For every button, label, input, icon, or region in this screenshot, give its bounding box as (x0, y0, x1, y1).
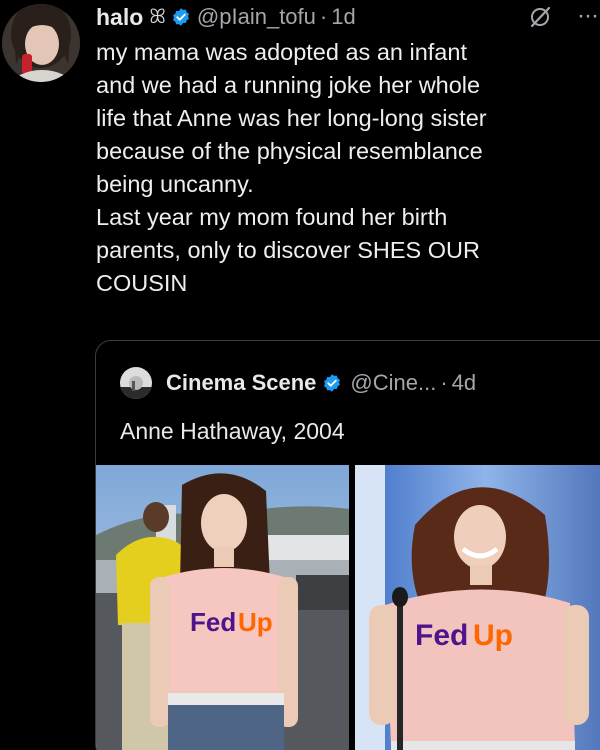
quoted-tweet-text: Anne Hathaway, 2004 (120, 418, 345, 444)
svg-text:Up: Up (238, 607, 273, 637)
svg-text:Fed: Fed (415, 619, 468, 652)
photo-left[interactable]: Fed Up (96, 465, 349, 750)
tweet-line: being uncanny. (96, 171, 254, 197)
avatar[interactable] (2, 4, 80, 82)
tweet-line: because of the physical resemblance (96, 138, 483, 164)
svg-text:Fed: Fed (190, 607, 236, 637)
author-name[interactable]: halo (96, 4, 143, 31)
tweet-line: Last year my mom found her birth (96, 204, 448, 230)
photo-right[interactable]: Fed Up (355, 465, 600, 750)
tweet-header: halo ꕤ @pIain_tofu · 1d (96, 2, 600, 32)
tweet-line: parents, only to discover SHES OUR (96, 237, 480, 263)
name-glyph: ꕤ (149, 5, 166, 28)
separator-dot: · (319, 4, 328, 29)
grok-icon[interactable] (528, 5, 552, 29)
tweet-text: my mama was adopted as an infant and we … (96, 36, 596, 300)
quoted-author-name[interactable]: Cinema Scene (166, 370, 316, 396)
tweet-line: my mama was adopted as an infant (96, 39, 467, 65)
quoted-avatar[interactable] (120, 367, 152, 399)
quoted-author-handle[interactable]: @Cine... (350, 370, 436, 396)
verified-badge-icon (324, 374, 341, 392)
quoted-timestamp[interactable]: 4d (452, 370, 476, 396)
separator-dot: · (440, 370, 448, 395)
tweet-line: and we had a running joke her whole (96, 72, 481, 98)
svg-text:Up: Up (473, 619, 513, 652)
quoted-tweet-card[interactable]: Cinema Scene @Cine... · 4d Anne Hathaway… (95, 340, 600, 750)
more-icon[interactable]: ··· (577, 2, 599, 30)
quoted-tweet-header: Cinema Scene @Cine... · 4d (120, 367, 476, 399)
tweet-line: life that Anne was her long-long sister (96, 105, 487, 131)
author-handle[interactable]: @pIain_tofu (197, 4, 316, 30)
timestamp[interactable]: 1d (331, 4, 355, 30)
verified-badge-icon (173, 8, 189, 26)
tweet-line: COUSIN (96, 270, 188, 296)
